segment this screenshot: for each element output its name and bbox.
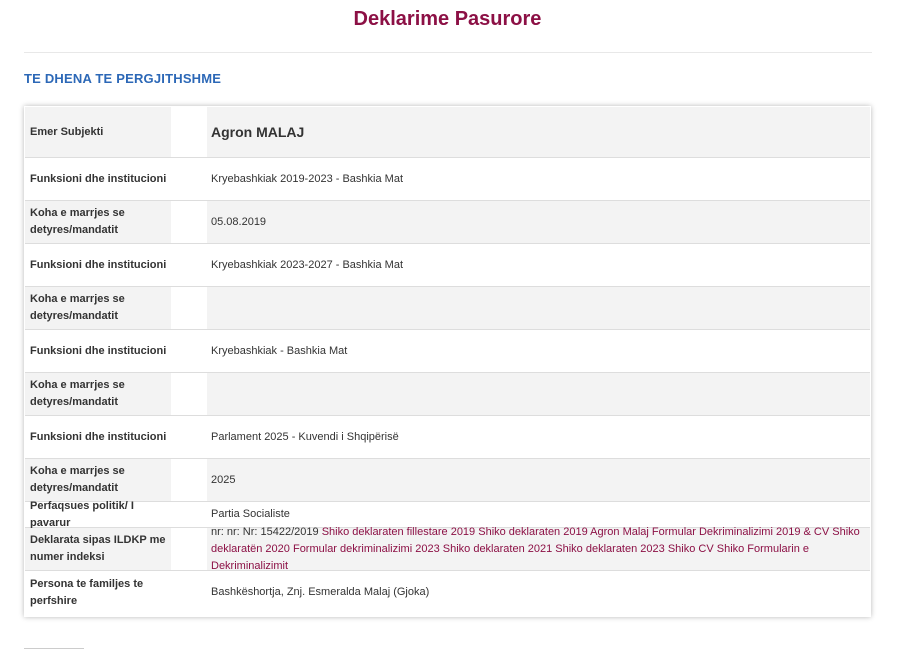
table-row: Koha e marrjes se detyres/mandatit	[25, 287, 870, 330]
row-label: Koha e marrjes se detyres/mandatit	[30, 379, 125, 408]
table-row: Koha e marrjes se detyres/mandatit 05.08…	[25, 201, 870, 244]
row-label: Perfaqsues politik/ I pavarur	[30, 499, 134, 529]
row-value: Kryebashkiak - Bashkia Mat	[211, 344, 348, 357]
row-value: Partia Socialiste	[211, 508, 290, 520]
row-value: Bashkëshortja, Znj. Esmeralda Malaj (Gjo…	[211, 586, 430, 598]
row-label: Deklarata sipas ILDKP me numer indeksi	[30, 534, 166, 563]
link-declaration-2023[interactable]: Shiko deklaraten 2023	[555, 543, 664, 555]
table-row: Funksioni dhe institucioni Kryebashkiak …	[25, 158, 870, 201]
row-value: Agron MALAJ	[211, 123, 305, 140]
row-label: Funksioni dhe institucioni	[30, 344, 167, 357]
row-label: Funksioni dhe institucioni	[30, 258, 167, 271]
row-label: Funksioni dhe institucioni	[30, 430, 167, 443]
table-row: Funksioni dhe institucioni Kryebashkiak …	[25, 330, 870, 373]
title-divider	[24, 52, 872, 53]
row-label: Funksioni dhe institucioni	[30, 172, 167, 185]
declaration-number: nr: nr: Nr: 15422/2019	[211, 525, 319, 538]
link-decriminalization-form-2019-cv[interactable]: Agron Malaj Formular Dekriminalizimi 201…	[590, 526, 829, 538]
link-cv[interactable]: Shiko CV	[668, 543, 714, 555]
row-value: Parlament 2025 - Kuvendi i Shqipërisë	[211, 430, 399, 443]
general-data-table: Emer Subjekti Agron MALAJ Funksioni dhe …	[24, 106, 871, 617]
link-decriminalization-form-2023[interactable]: Formular dekriminalizimi 2023	[293, 543, 440, 555]
link-declaration-2021[interactable]: Shiko deklaraten 2021	[443, 543, 552, 555]
table-row-subject-name: Emer Subjekti Agron MALAJ	[25, 107, 870, 158]
row-label: Koha e marrjes se detyres/mandatit	[30, 293, 125, 322]
declaration-links: nr: nr: Nr: 15422/2019 Shiko deklaraten …	[207, 524, 870, 575]
table-row-family: Persona te familjes te perfshire Bashkës…	[25, 571, 870, 614]
row-label: Koha e marrjes se detyres/mandatit	[30, 207, 125, 236]
table-row: Funksioni dhe institucioni Kryebashkiak …	[25, 244, 870, 287]
row-label: Persona te familjes te perfshire	[30, 577, 144, 607]
table-row: Koha e marrjes se detyres/mandatit 2025	[25, 459, 870, 502]
row-value: 05.08.2019	[211, 215, 267, 228]
row-value: Kryebashkiak 2023-2027 - Bashkia Mat	[211, 258, 403, 271]
row-value: Kryebashkiak 2019-2023 - Bashkia Mat	[211, 172, 403, 185]
link-initial-declaration-2019[interactable]: Shiko deklaraten fillestare 2019	[322, 526, 475, 538]
table-row-declarations: Deklarata sipas ILDKP me numer indeksi n…	[25, 526, 870, 572]
row-label: Koha e marrjes se detyres/mandatit	[30, 465, 125, 494]
table-row: Koha e marrjes se detyres/mandatit	[25, 373, 870, 416]
section-heading: TE DHENA TE PERGJITHSHME	[24, 71, 222, 86]
row-value: 2025	[211, 473, 236, 486]
table-row: Funksioni dhe institucioni Parlament 202…	[25, 416, 870, 459]
link-declaration-2019[interactable]: Shiko deklaraten 2019	[478, 526, 587, 538]
page-title: Deklarime Pasurore	[353, 8, 542, 30]
row-label: Emer Subjekti	[30, 125, 104, 138]
